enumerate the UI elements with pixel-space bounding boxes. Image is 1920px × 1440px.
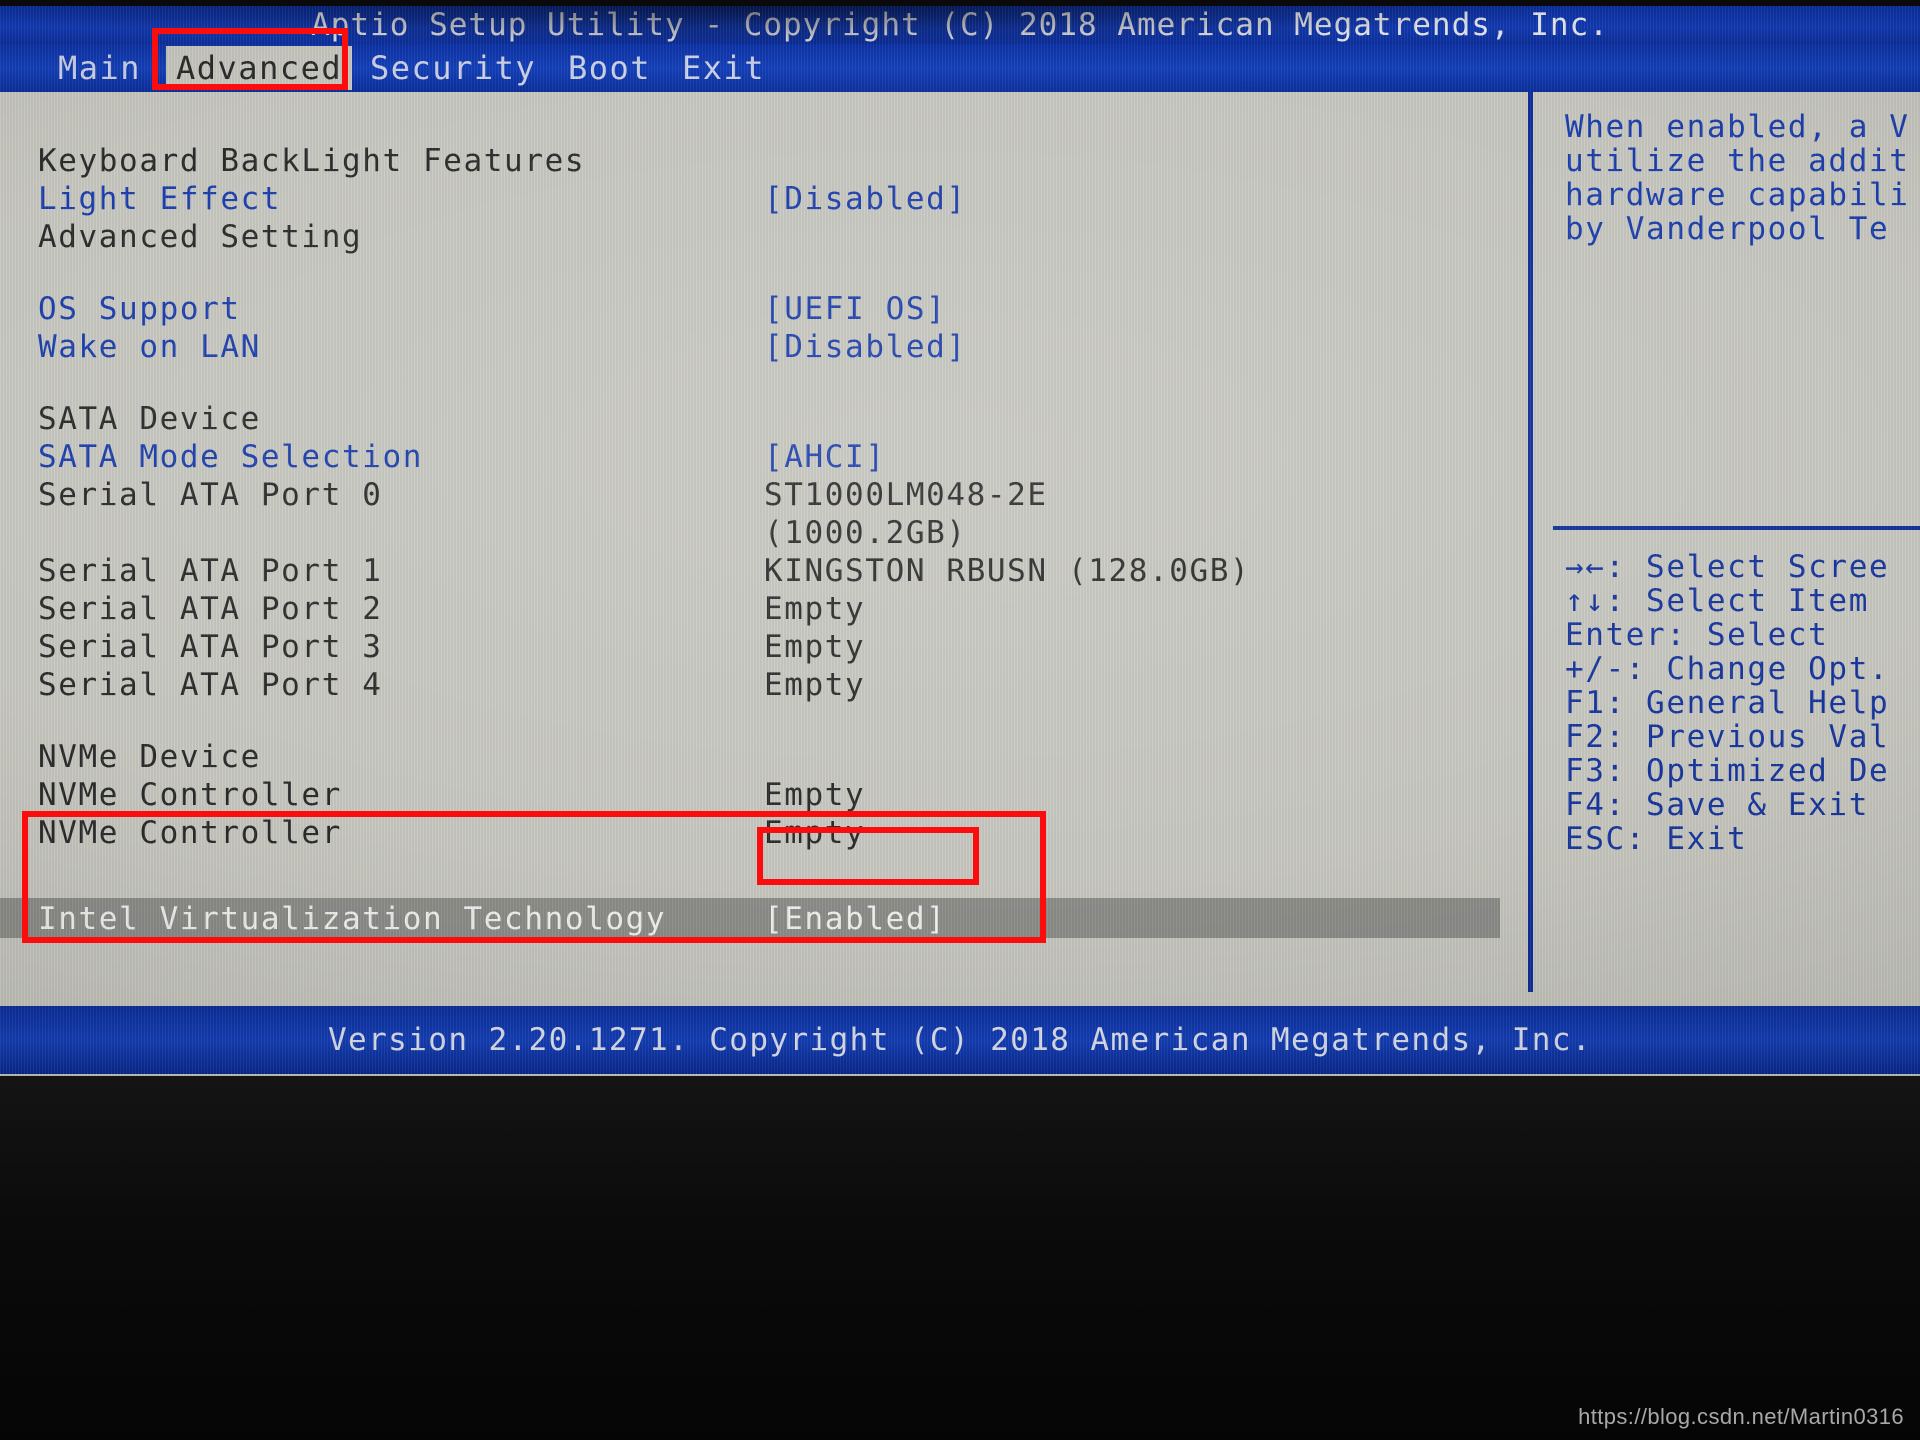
row-serial-ata-port-0-capacity: (1000.2GB) <box>38 516 1478 550</box>
tab-exit[interactable]: Exit <box>672 46 775 90</box>
setting-label: SATA Mode Selection <box>38 439 424 475</box>
setting-label: NVMe Controller <box>38 815 342 851</box>
version-footer-text: Version 2.20.1271. Copyright (C) 2018 Am… <box>327 1022 1592 1058</box>
row-sata-mode-selection[interactable]: SATA Mode Selection [AHCI] <box>38 440 1478 474</box>
key-legend-general-help: F1: General Help <box>1565 685 1890 721</box>
menu-bar: Main Advanced Security Boot Exit <box>0 44 1920 92</box>
setting-value[interactable]: [AHCI] <box>764 440 886 474</box>
setting-value: Empty <box>764 777 866 813</box>
setting-label: Serial ATA Port 1 <box>38 553 383 589</box>
key-legend-select-item: ↑↓: Select Item <box>1565 583 1869 619</box>
row-sata-device-header: SATA Device <box>38 402 1478 436</box>
row-serial-ata-port-0: Serial ATA Port 0 ST1000LM048-2E <box>38 478 1478 512</box>
watermark: https://blog.csdn.net/Martin0316 <box>1578 1404 1904 1429</box>
setting-value: Empty <box>764 815 866 851</box>
row-light-effect[interactable]: Light Effect [Disabled] <box>38 182 1478 216</box>
setting-value[interactable]: [Enabled] <box>764 902 946 936</box>
setting-value: ST1000LM048-2E <box>764 477 1048 513</box>
setting-label: Light Effect <box>38 181 282 217</box>
setting-label: Serial ATA Port 4 <box>38 667 383 703</box>
row-nvme-device-header: NVMe Device <box>38 740 1478 774</box>
setting-label: NVMe Device <box>38 739 261 775</box>
version-footer: Version 2.20.1271. Copyright (C) 2018 Am… <box>0 1006 1920 1074</box>
setting-label: Intel Virtualization Technology <box>38 901 667 937</box>
setting-value[interactable]: [Disabled] <box>764 182 967 216</box>
key-legend-select-screen: →←: Select Scree <box>1565 549 1890 585</box>
row-keyboard-backlight-features: Keyboard BackLight Features <box>38 144 1478 178</box>
setting-value: KINGSTON RBUSN (128.0GB) <box>764 553 1251 589</box>
setting-value: Empty <box>764 591 866 627</box>
monitor-bezel <box>0 1076 1920 1440</box>
row-nvme-controller-1: NVMe Controller Empty <box>38 778 1478 812</box>
setup-body: Keyboard BackLight Features Light Effect… <box>0 92 1920 992</box>
setting-label: NVMe Controller <box>38 777 342 813</box>
key-legend-enter-select: Enter: Select <box>1565 617 1829 653</box>
row-nvme-controller-2: NVMe Controller Empty <box>38 816 1478 850</box>
key-legend-change-opt: +/-: Change Opt. <box>1565 651 1890 687</box>
row-wake-on-lan[interactable]: Wake on LAN [Disabled] <box>38 330 1478 364</box>
help-line-2: utilize the addit <box>1565 143 1910 179</box>
setting-label: Keyboard BackLight Features <box>38 143 586 179</box>
row-intel-virtualization-technology[interactable]: Intel Virtualization Technology [Enabled… <box>38 902 1478 936</box>
setting-value[interactable]: [UEFI OS] <box>764 292 946 326</box>
row-serial-ata-port-2: Serial ATA Port 2 Empty <box>38 592 1478 626</box>
key-legend-previous-values: F2: Previous Val <box>1565 719 1890 755</box>
setting-label: SATA Device <box>38 401 261 437</box>
help-line-1: When enabled, a V <box>1565 109 1910 145</box>
window-title: Aptio Setup Utility - Copyright (C) 2018… <box>0 6 1920 44</box>
row-advanced-setting[interactable]: Advanced Setting <box>38 220 1478 254</box>
setting-label: Serial ATA Port 3 <box>38 629 383 665</box>
setting-label: Serial ATA Port 2 <box>38 591 383 627</box>
help-line-3: hardware capabili <box>1565 177 1910 213</box>
tab-advanced[interactable]: Advanced <box>166 46 353 90</box>
key-legend-esc-exit: ESC: Exit <box>1565 821 1748 857</box>
help-divider-horizontal <box>1553 526 1920 530</box>
tab-boot[interactable]: Boot <box>558 46 661 90</box>
row-serial-ata-port-1: Serial ATA Port 1 KINGSTON RBUSN (128.0G… <box>38 554 1478 588</box>
row-serial-ata-port-3: Serial ATA Port 3 Empty <box>38 630 1478 664</box>
setting-value: Empty <box>764 667 866 703</box>
help-line-4: by Vanderpool Te <box>1565 211 1890 247</box>
setting-label: Advanced Setting <box>38 219 363 255</box>
key-legend-save-exit: F4: Save & Exit <box>1565 787 1869 823</box>
tab-security[interactable]: Security <box>360 46 546 90</box>
bios-screenshot: Aptio Setup Utility - Copyright (C) 2018… <box>0 0 1920 1440</box>
window-title-text: Aptio Setup Utility - Copyright (C) 2018… <box>311 7 1609 43</box>
tab-main[interactable]: Main <box>48 46 151 90</box>
panel-divider-vertical <box>1528 92 1533 992</box>
setting-value[interactable]: [Disabled] <box>764 330 967 364</box>
key-legend-optimized-def: F3: Optimized De <box>1565 753 1890 789</box>
setting-label: OS Support <box>38 291 241 327</box>
row-os-support[interactable]: OS Support [UEFI OS] <box>38 292 1478 326</box>
setting-value: Empty <box>764 629 866 665</box>
setting-value: (1000.2GB) <box>764 515 967 551</box>
setting-label: Serial ATA Port 0 <box>38 477 383 513</box>
row-serial-ata-port-4: Serial ATA Port 4 Empty <box>38 668 1478 702</box>
setting-label: Wake on LAN <box>38 329 261 365</box>
monitor-display-area: Aptio Setup Utility - Copyright (C) 2018… <box>0 6 1920 1076</box>
